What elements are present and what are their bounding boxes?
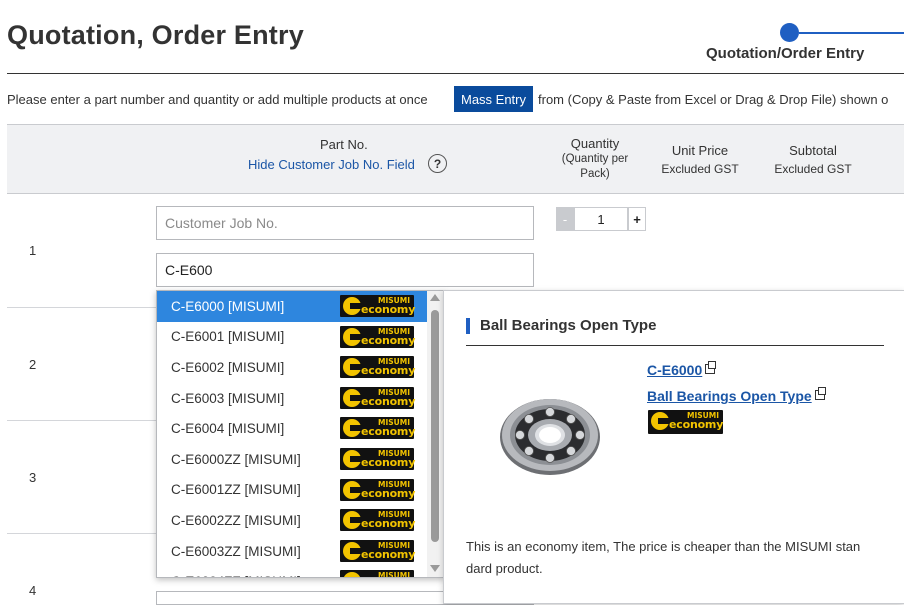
help-icon[interactable]: ?: [428, 154, 447, 173]
badge-economy-text: economy: [361, 486, 416, 500]
economy-badge-icon: MISUMIeconomy: [340, 478, 416, 501]
quantity-increment-button[interactable]: +: [628, 207, 646, 231]
instructions-text-after: from (Copy & Paste from Excel or Drag & …: [538, 92, 889, 107]
suggestion-label: C-E6000 [MISUMI]: [171, 298, 285, 314]
badge-economy-text: economy: [361, 517, 416, 531]
suggestion-item[interactable]: C-E6002ZZ [MISUMI] MISUMI economy: [157, 505, 428, 536]
external-link-icon: [705, 361, 717, 374]
product-name-link[interactable]: Ball Bearings Open Type: [647, 387, 826, 404]
badge-brand-text: MISUMI: [378, 571, 410, 578]
badge-economy-text: economy: [361, 425, 416, 439]
suggestion-item[interactable]: C-E6004 [MISUMI] MISUMI economy: [157, 413, 428, 444]
economy-badge-icon: MISUMIeconomy: [340, 417, 416, 440]
economy-badge-icon: MISUMIeconomy: [340, 539, 416, 562]
row-number: 3: [29, 470, 37, 485]
part-no-input[interactable]: C-E600: [156, 253, 534, 287]
part-number-link[interactable]: C-E6000: [647, 361, 717, 378]
column-header-quantity-sub: (Quantity per Pack): [561, 153, 629, 180]
badge-economy-text: economy: [361, 394, 416, 408]
suggestion-item[interactable]: C-E6003ZZ [MISUMI] MISUMI economy: [157, 536, 428, 567]
badge-economy-text: economy: [361, 456, 416, 469]
suggestion-label: C-E6004 [MISUMI]: [171, 421, 285, 437]
suggestion-item[interactable]: C-E6002 [MISUMI] MISUMI economy: [157, 352, 428, 383]
table-header: [7, 124, 904, 194]
badge-economy-text: economy: [361, 364, 416, 378]
economy-badge-icon: MISUMIeconomy: [340, 325, 416, 348]
suggestion-label: C-E6003ZZ [MISUMI]: [171, 543, 301, 559]
part-number-link-text[interactable]: C-E6000: [647, 362, 702, 378]
economy-badge-icon: MISUMIeconomy: [340, 509, 416, 532]
mass-entry-button[interactable]: Mass Entry: [454, 86, 533, 112]
scroll-up-icon[interactable]: [430, 294, 440, 301]
ball-bearing-image: [500, 399, 600, 475]
economy-badge-icon: MISUMIeconomy: [340, 570, 414, 578]
suggestion-item[interactable]: C-E6000 [MISUMI] MISUMI economy: [157, 291, 428, 322]
subtotal-label: Subtotal: [789, 143, 837, 158]
quantity-decrement-button[interactable]: -: [556, 207, 574, 231]
economy-badge-icon: MISUMIeconomy: [340, 295, 416, 317]
subtotal-sub-label: Excluded GST: [774, 162, 852, 176]
suggestion-label: C-E6004ZZ [MISUMI]: [171, 574, 301, 577]
scrollbar-thumb[interactable]: [431, 310, 439, 542]
badge-economy-text: economy: [669, 418, 724, 431]
product-name-link-text[interactable]: Ball Bearings Open Type: [647, 388, 812, 404]
suggestion-label: C-E6002 [MISUMI]: [171, 359, 285, 375]
customer-job-no-input[interactable]: Customer Job No.: [156, 206, 534, 240]
progress-step-line: [799, 32, 904, 34]
row-divider: [7, 307, 157, 308]
preview-title: Ball Bearings Open Type: [480, 317, 657, 334]
row-number: 4: [29, 583, 37, 598]
suggestion-label: C-E6001 [MISUMI]: [171, 329, 285, 345]
progress-step-dot: [780, 23, 799, 42]
economy-badge-icon: MISUMIeconomy: [340, 386, 416, 409]
scroll-down-icon[interactable]: [430, 565, 440, 572]
suggestion-item[interactable]: C-E6003 [MISUMI] MISUMI economy: [157, 383, 428, 414]
suggestion-label: C-E6001ZZ [MISUMI]: [171, 482, 301, 498]
unit-price-label: Unit Price: [671, 143, 729, 158]
badge-economy-text: economy: [361, 303, 416, 316]
suggestion-item[interactable]: C-E6001ZZ [MISUMI] MISUMI economy: [157, 475, 428, 506]
economy-badge-icon: MISUMI economy: [648, 410, 723, 434]
instructions-text: Please enter a part number and quantity …: [7, 92, 428, 107]
title-divider: [7, 73, 904, 74]
progress-step-label: Quotation/Order Entry: [706, 45, 865, 62]
unit-price-sub-label: Excluded GST: [661, 162, 739, 176]
page-title: Quotation, Order Entry: [7, 20, 304, 50]
part-suggestions-dropdown[interactable]: C-E6000 [MISUMI] MISUMI economy C-E6001 [MI…: [156, 290, 445, 578]
badge-economy-text: economy: [361, 547, 416, 561]
row-number: 1: [29, 243, 37, 258]
suggestion-label: C-E6003 [MISUMI]: [171, 390, 285, 406]
economy-badge-icon: MISUMIeconomy: [340, 356, 416, 379]
badge-economy-text: economy: [361, 333, 416, 347]
row-divider: [7, 533, 157, 534]
economy-badge-icon: MISUMIeconomy: [340, 448, 416, 470]
hide-customer-job-link[interactable]: Hide Customer Job No. Field: [248, 157, 415, 172]
column-header-quantity: Quantity: [570, 136, 620, 151]
external-link-icon: [814, 387, 826, 400]
suggestion-label: C-E6002ZZ [MISUMI]: [171, 512, 301, 528]
suggestion-item[interactable]: C-E6000ZZ [MISUMI] MISUMI economy: [157, 444, 428, 475]
row-divider: [7, 420, 157, 421]
preview-divider: [466, 345, 884, 346]
column-header-part-no: Part No.: [320, 137, 368, 152]
preview-title-accent: [466, 318, 470, 334]
row-number: 2: [29, 357, 37, 372]
preview-description: This is an economy item, The price is ch…: [466, 539, 861, 576]
suggestion-item[interactable]: C-E6004ZZ [MISUMI] MISUMIeconomy: [157, 566, 428, 578]
column-header-subtotal: Subtotal Excluded GST: [773, 142, 853, 178]
suggestion-label: C-E6000ZZ [MISUMI]: [171, 451, 301, 467]
quantity-input[interactable]: 1: [574, 207, 628, 231]
suggestion-item[interactable]: C-E6001 [MISUMI] MISUMI economy: [157, 322, 428, 353]
column-header-unit-price: Unit Price Excluded GST: [660, 142, 740, 178]
